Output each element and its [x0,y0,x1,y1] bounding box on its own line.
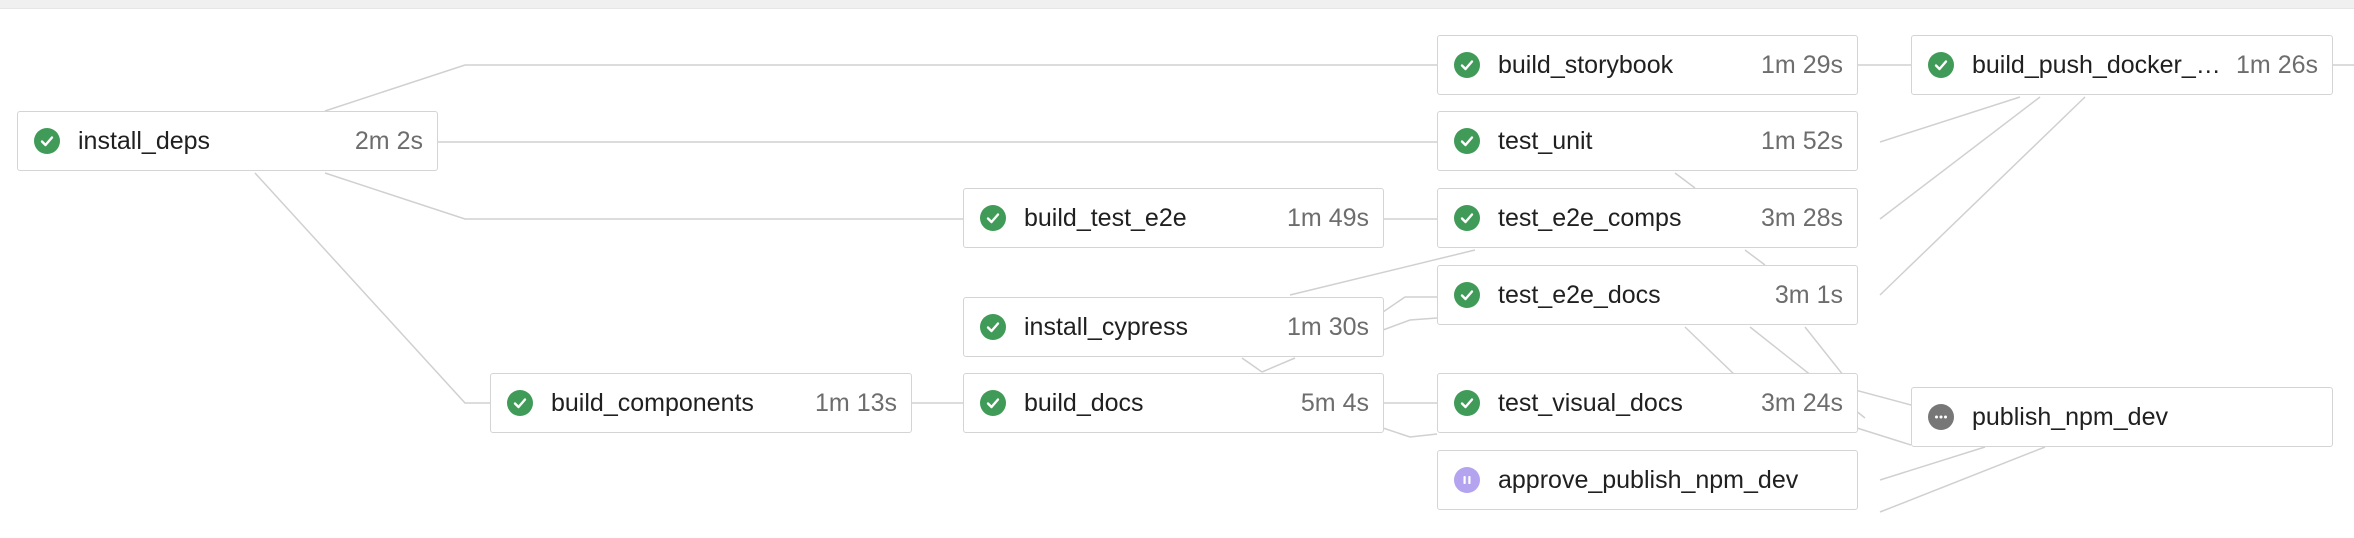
check-icon [980,390,1006,416]
job-name: install_deps [78,126,211,155]
job-name: build_docs [1024,388,1144,417]
check-icon [1454,390,1480,416]
check-icon [1454,52,1480,78]
job-duration: 3m 28s [1761,203,1843,232]
job-build-docs[interactable]: build_docs 5m 4s [963,373,1384,433]
job-name: approve_publish_npm_dev [1498,465,1799,494]
job-build-components[interactable]: build_components 1m 13s [490,373,912,433]
connector-line [254,172,490,404]
job-name: publish_npm_dev [1972,402,2168,431]
job-install-deps[interactable]: install_deps 2m 2s [17,111,438,171]
job-test-visual-docs[interactable]: test_visual_docs 3m 24s [1437,373,1858,433]
connector-line [1382,427,1438,438]
job-build-push-docker[interactable]: build_push_docker_e… 1m 26s [1911,35,2333,95]
connector-line [1382,317,1438,331]
job-duration: 1m 30s [1287,312,1369,341]
job-duration: 5m 4s [1300,388,1369,417]
job-duration: 1m 13s [815,388,897,417]
check-icon [980,205,1006,231]
connector-line [1879,446,2046,513]
job-name: install_cypress [1024,312,1188,341]
job-duration: 3m 1s [1774,280,1843,309]
job-name: test_e2e_docs [1498,280,1661,309]
connector-line [324,172,963,220]
job-build-test-e2e[interactable]: build_test_e2e 1m 49s [963,188,1384,248]
connector-line [1382,296,1437,313]
connector-line [1879,446,1986,481]
job-name: build_components [551,388,754,417]
job-publish-npm-dev[interactable]: publish_npm_dev [1911,387,2333,447]
job-duration: 3m 24s [1761,388,1843,417]
more-dots-icon [1928,404,1954,430]
check-icon [1454,128,1480,154]
job-name: build_storybook [1498,50,1674,79]
check-icon [507,390,533,416]
pause-icon [1454,467,1480,493]
job-name: test_unit [1498,126,1593,155]
job-duration: 2m 2s [354,126,423,155]
connector-line [1744,249,1766,266]
check-icon [1928,52,1954,78]
job-install-cypress[interactable]: install_cypress 1m 30s [963,297,1384,357]
job-duration: 1m 49s [1287,203,1369,232]
connector-line [1879,96,2021,143]
job-test-unit[interactable]: test_unit 1m 52s [1437,111,1858,171]
check-icon [980,314,1006,340]
job-approve-publish-npm-dev[interactable]: approve_publish_npm_dev [1437,450,1858,510]
connector-line [1674,172,1696,189]
connector-line [1241,357,1263,373]
connector-line [1856,427,1912,446]
job-duration: 1m 52s [1761,126,1843,155]
check-icon [1454,282,1480,308]
job-duration: 1m 26s [2236,50,2318,79]
job-duration: 1m 29s [1761,50,1843,79]
job-test-e2e-docs[interactable]: test_e2e_docs 3m 1s [1437,265,1858,325]
job-test-e2e-comps[interactable]: test_e2e_comps 3m 28s [1437,188,1858,248]
job-name: build_push_docker_e… [1972,50,2225,79]
job-name: test_visual_docs [1498,388,1683,417]
job-build-storybook[interactable]: build_storybook 1m 29s [1437,35,1858,95]
job-name: test_e2e_comps [1498,203,1682,232]
check-icon [1454,205,1480,231]
connector-line [1261,357,1296,373]
connector-line [1879,96,2041,220]
job-name: build_test_e2e [1024,203,1187,232]
check-icon [34,128,60,154]
connector-line [324,64,1437,112]
